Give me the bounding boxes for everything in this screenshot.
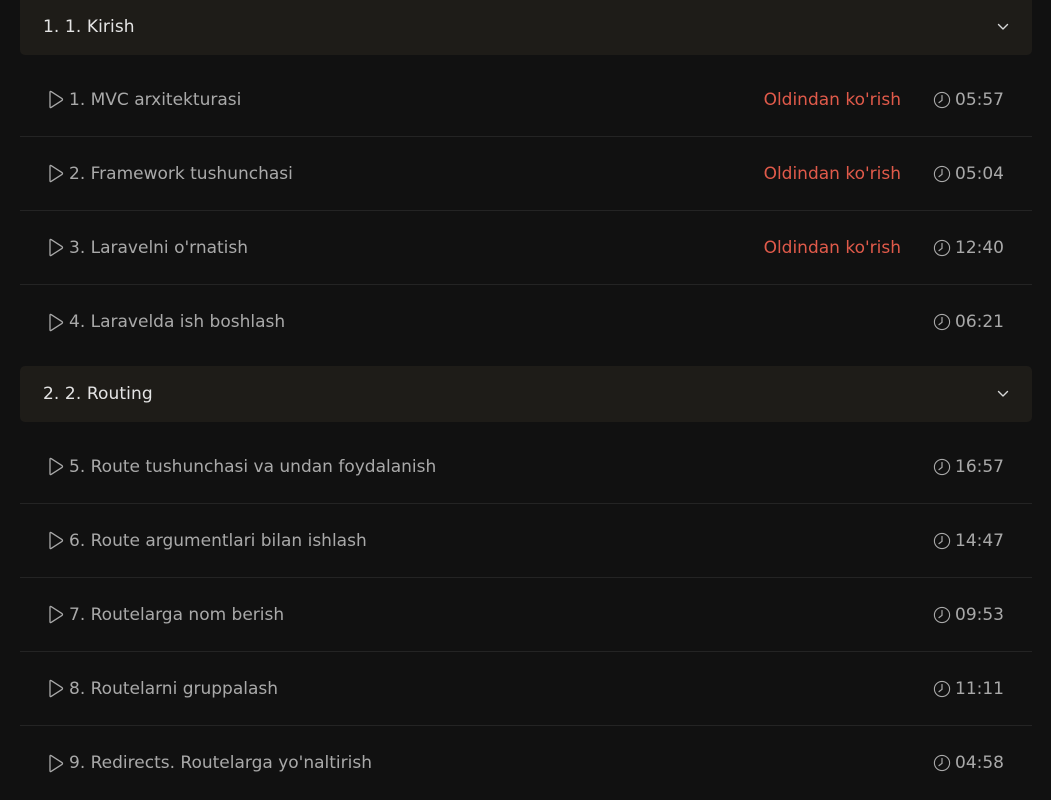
play-icon [48, 312, 65, 332]
play-icon [48, 531, 65, 551]
preview-link[interactable]: Oldindan ko'rish [764, 238, 901, 258]
lesson-duration: 11:11 [933, 679, 1004, 699]
play-icon [48, 605, 65, 625]
lesson-item[interactable]: 4. Laravelda ish boshlash 06:21 [20, 285, 1032, 359]
lesson-duration: 04:58 [933, 753, 1004, 773]
section-routing: 2. 2. Routing 5. Route tushunchasi va un… [20, 366, 1032, 800]
clock-icon [933, 458, 951, 476]
duration-text: 16:57 [955, 456, 1004, 477]
duration-text: 05:57 [955, 89, 1004, 110]
section-kirish: 1. 1. Kirish 1. MVC arxitekturasi Oldind… [20, 0, 1032, 359]
play-icon [48, 164, 65, 184]
section-header[interactable]: 1. 1. Kirish [20, 0, 1032, 55]
lesson-list: 1. MVC arxitekturasi Oldindan ko'rish 05… [20, 55, 1032, 359]
play-icon [48, 90, 65, 110]
clock-icon [933, 91, 951, 109]
lesson-title: 1. MVC arxitekturasi [69, 89, 242, 110]
lesson-title: 6. Route argumentlari bilan ishlash [69, 530, 367, 551]
lesson-list: 5. Route tushunchasi va undan foydalanis… [20, 422, 1032, 800]
lesson-title: 2. Framework tushunchasi [69, 163, 293, 184]
clock-icon [933, 680, 951, 698]
duration-text: 04:58 [955, 753, 1004, 773]
clock-icon [933, 165, 951, 183]
lesson-duration: 05:04 [933, 164, 1004, 184]
lesson-duration: 05:57 [933, 90, 1004, 110]
lesson-duration: 14:47 [933, 531, 1004, 551]
clock-icon [933, 239, 951, 257]
section-header[interactable]: 2. 2. Routing [20, 366, 1032, 422]
lesson-title: 9. Redirects. Routelarga yo'naltirish [69, 753, 372, 773]
lesson-title: 4. Laravelda ish boshlash [69, 312, 286, 332]
duration-text: 09:53 [955, 604, 1004, 625]
clock-icon [933, 532, 951, 550]
play-icon [48, 753, 65, 773]
lesson-duration: 06:21 [933, 312, 1004, 332]
play-icon [48, 238, 65, 258]
lesson-title: 5. Route tushunchasi va undan foydalanis… [69, 456, 437, 477]
lesson-item[interactable]: 5. Route tushunchasi va undan foydalanis… [20, 430, 1032, 504]
duration-text: 06:21 [955, 312, 1004, 332]
duration-text: 14:47 [955, 530, 1004, 551]
duration-text: 05:04 [955, 163, 1004, 184]
clock-icon [933, 606, 951, 624]
duration-text: 12:40 [955, 237, 1004, 258]
lesson-duration: 16:57 [933, 457, 1004, 477]
lesson-item[interactable]: 2. Framework tushunchasi Oldindan ko'ris… [20, 137, 1032, 211]
preview-link[interactable]: Oldindan ko'rish [764, 164, 901, 184]
lesson-item[interactable]: 9. Redirects. Routelarga yo'naltirish 04… [20, 726, 1032, 800]
play-icon [48, 457, 65, 477]
clock-icon [933, 313, 951, 331]
play-icon [48, 679, 65, 699]
section-title: 1. 1. Kirish [43, 17, 135, 37]
section-title: 2. 2. Routing [43, 384, 153, 404]
lesson-item[interactable]: 8. Routelarni gruppalash 11:11 [20, 652, 1032, 726]
duration-text: 11:11 [955, 678, 1004, 699]
lesson-duration: 12:40 [933, 238, 1004, 258]
lesson-title: 3. Laravelni o'rnatish [69, 237, 249, 258]
lesson-item[interactable]: 3. Laravelni o'rnatish Oldindan ko'rish … [20, 211, 1032, 285]
course-curriculum: 1. 1. Kirish 1. MVC arxitekturasi Oldind… [20, 0, 1032, 800]
preview-link[interactable]: Oldindan ko'rish [764, 90, 901, 110]
chevron-down-icon[interactable] [996, 20, 1010, 34]
chevron-down-icon[interactable] [996, 387, 1010, 401]
lesson-item[interactable]: 6. Route argumentlari bilan ishlash 14:4… [20, 504, 1032, 578]
lesson-title: 7. Routelarga nom berish [69, 604, 285, 625]
clock-icon [933, 754, 951, 772]
lesson-item[interactable]: 7. Routelarga nom berish 09:53 [20, 578, 1032, 652]
lesson-title: 8. Routelarni gruppalash [69, 678, 279, 699]
lesson-item[interactable]: 1. MVC arxitekturasi Oldindan ko'rish 05… [20, 63, 1032, 137]
lesson-duration: 09:53 [933, 605, 1004, 625]
